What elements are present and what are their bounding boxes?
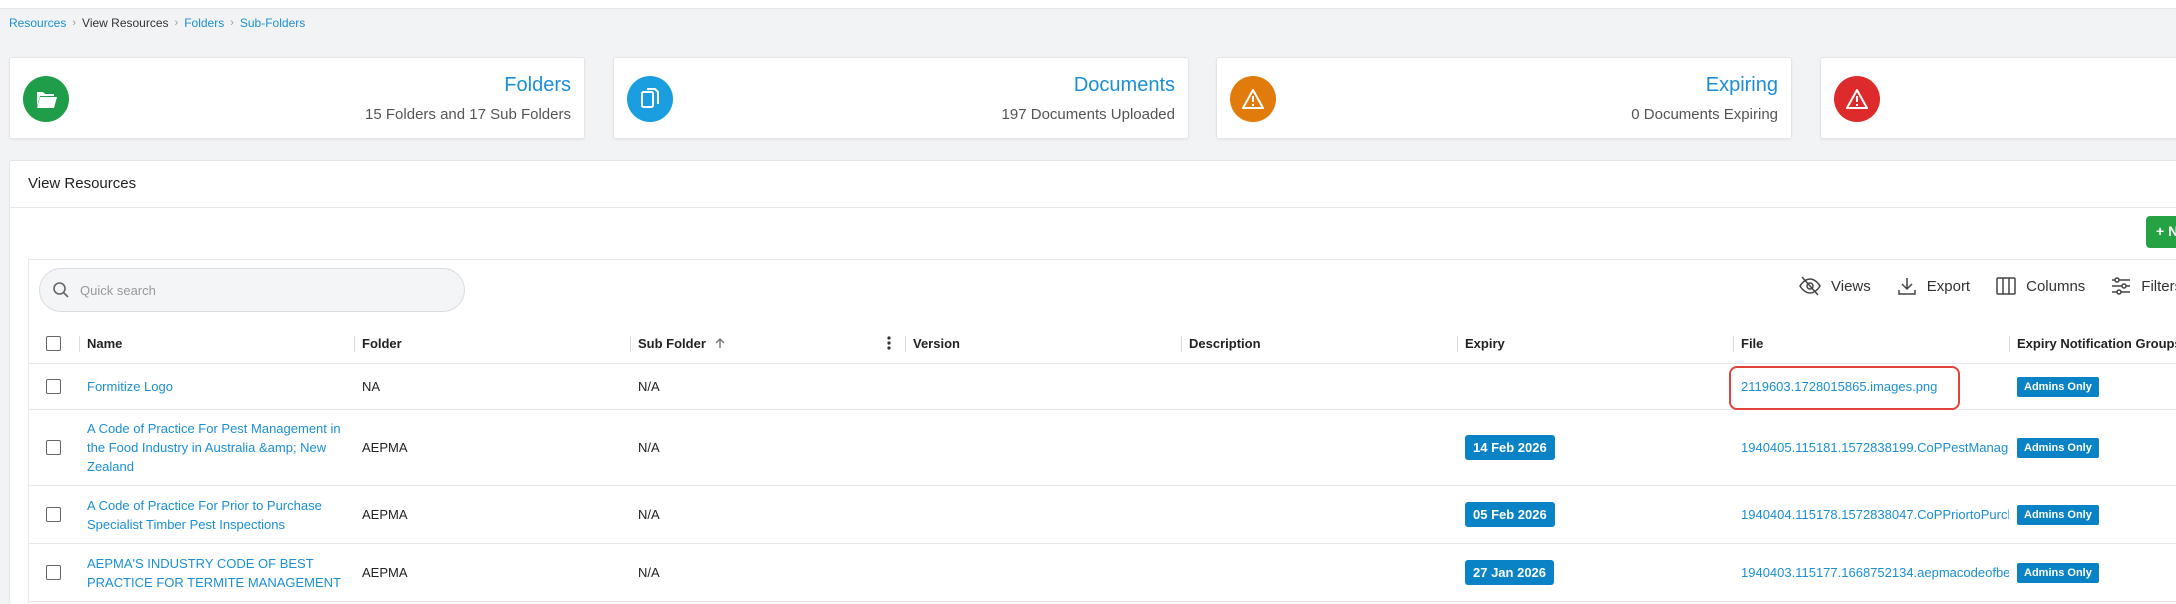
breadcrumb-separator: ›: [230, 17, 234, 29]
stat-subtitle: 197 Documents Uploaded: [1001, 106, 1175, 123]
stat-title: Folders: [504, 74, 571, 96]
column-header-file[interactable]: File: [1741, 322, 1763, 364]
column-header-expiry-notification-groups[interactable]: Expiry Notification Groups: [2017, 322, 2176, 364]
row-checkbox[interactable]: [46, 410, 61, 485]
breadcrumb-separator: ›: [72, 17, 77, 29]
file-link[interactable]: 1940403.115177.1668752134.aepmacodeofbes: [1741, 544, 2009, 601]
column-separator: [1457, 336, 1458, 352]
sort-ascending-icon: [715, 338, 725, 348]
sliders-icon: [2112, 277, 2131, 295]
expiry-cell: 14 Feb 2026: [1465, 410, 1555, 485]
resource-name-link[interactable]: A Code of Practice For Pest Management i…: [87, 410, 349, 485]
column-separator: [1733, 336, 1734, 352]
notification-group-badge: Admins Only: [2017, 364, 2099, 409]
warning-icon: [1230, 76, 1276, 122]
stat-card-expiring[interactable]: Expiring 0 Documents Expiring: [1216, 57, 1792, 139]
folder-cell: NA: [362, 379, 381, 394]
search-icon: [53, 282, 69, 298]
download-icon: [1898, 278, 1916, 295]
filters-label: Filters: [2141, 277, 2176, 295]
warning-icon: [1834, 76, 1880, 122]
expiry-cell: 27 Jan 2026: [1465, 544, 1555, 601]
table-row[interactable]: A Code of Practice For Pest Management i…: [29, 410, 2176, 486]
panel-title: View Resources: [28, 175, 137, 192]
column-menu-icon[interactable]: [887, 322, 891, 364]
sub-folder-cell: N/A: [638, 507, 660, 522]
folder-cell: AEPMA: [362, 507, 408, 522]
row-checkbox[interactable]: [46, 544, 61, 601]
breadcrumb-resources[interactable]: Resources: [9, 16, 66, 30]
stat-card-folders[interactable]: Folders 15 Folders and 17 Sub Folders: [9, 57, 585, 139]
sub-folder-label: Sub Folder: [638, 335, 706, 351]
search-input[interactable]: [80, 282, 440, 298]
table-toolbar: Views Export Columns Filters: [1799, 276, 2176, 296]
quick-search[interactable]: [39, 268, 465, 312]
resource-name-link[interactable]: Formitize Logo: [87, 364, 349, 409]
column-separator: [79, 336, 80, 352]
new-resource-button[interactable]: + N: [2146, 216, 2176, 248]
expiry-date-badge: 27 Jan 2026: [1465, 560, 1555, 585]
notification-group-badge: Admins Only: [2017, 410, 2099, 485]
columns-label: Columns: [2026, 277, 2086, 295]
columns-button[interactable]: Columns: [1996, 277, 2085, 295]
views-label: Views: [1831, 277, 1871, 295]
row-checkbox[interactable]: [46, 486, 61, 543]
resource-name-link[interactable]: AEPMA'S INDUSTRY CODE OF BEST PRACTICE F…: [87, 544, 349, 601]
table-header: Name Folder Sub Folder Version Descripti…: [29, 322, 2176, 364]
breadcrumb-sub-folders[interactable]: Sub-Folders: [240, 16, 305, 30]
column-separator: [630, 336, 631, 352]
column-separator: [2009, 336, 2010, 352]
stat-title: Documents: [1073, 74, 1175, 96]
column-header-sub-folder[interactable]: Sub Folder: [638, 322, 726, 364]
stat-title: Expiring: [1705, 74, 1778, 96]
column-header-folder[interactable]: Folder: [362, 322, 402, 364]
notification-group-badge: Admins Only: [2017, 544, 2099, 601]
column-header-description[interactable]: Description: [1189, 322, 1261, 364]
expiry-date-badge: 14 Feb 2026: [1465, 435, 1555, 460]
select-all-checkbox[interactable]: [46, 322, 61, 364]
stat-card-expired[interactable]: [1820, 57, 2176, 139]
row-checkbox[interactable]: [46, 364, 61, 409]
table-row[interactable]: A Code of Practice For Prior to Purchase…: [29, 486, 2176, 544]
columns-icon: [1996, 277, 2016, 295]
stat-card-documents[interactable]: Documents 197 Documents Uploaded: [613, 57, 1189, 139]
breadcrumb-folders[interactable]: Folders: [184, 16, 224, 30]
table-row[interactable]: AEPMA'S INDUSTRY CODE OF BEST PRACTICE F…: [29, 544, 2176, 602]
file-highlight-annotation: [1729, 366, 1960, 410]
sub-folder-cell: N/A: [638, 565, 660, 580]
documents-copy-icon: [627, 76, 673, 122]
eye-off-icon: [1799, 276, 1821, 296]
breadcrumb-view-resources: View Resources: [82, 16, 169, 30]
file-link[interactable]: 1940405.115181.1572838199.CoPPestManagem: [1741, 410, 2009, 485]
column-header-name[interactable]: Name: [87, 322, 122, 364]
column-header-expiry[interactable]: Expiry: [1465, 322, 1505, 364]
folder-cell: AEPMA: [362, 440, 408, 455]
divider: [10, 207, 2176, 208]
export-button[interactable]: Export: [1897, 276, 1970, 296]
views-button[interactable]: Views: [1799, 276, 1871, 296]
export-label: Export: [1926, 277, 1971, 295]
resource-name-link[interactable]: A Code of Practice For Prior to Purchase…: [87, 486, 349, 543]
column-header-version[interactable]: Version: [913, 322, 960, 364]
sub-folder-cell: N/A: [638, 440, 660, 455]
column-separator: [905, 336, 906, 352]
expiry-cell: 05 Feb 2026: [1465, 486, 1555, 543]
stat-subtitle: 15 Folders and 17 Sub Folders: [365, 106, 571, 123]
stat-subtitle: 0 Documents Expiring: [1631, 106, 1778, 123]
folder-open-icon: [23, 76, 69, 122]
expiry-date-badge: 05 Feb 2026: [1465, 502, 1555, 527]
filters-button[interactable]: Filters: [2111, 277, 2176, 295]
breadcrumb-separator: ›: [174, 17, 179, 29]
file-link[interactable]: 1940404.115178.1572838047.CoPPriortoPurc…: [1741, 486, 2009, 543]
notification-group-badge: Admins Only: [2017, 486, 2099, 543]
column-separator: [354, 336, 355, 352]
resources-table: Views Export Columns Filters Name Folder: [28, 259, 2176, 604]
column-separator: [1181, 336, 1182, 352]
top-bar: [0, 0, 2176, 9]
sub-folder-cell: N/A: [638, 379, 660, 394]
folder-cell: AEPMA: [362, 565, 408, 580]
breadcrumb: Resources › View Resources › Folders › S…: [9, 16, 305, 30]
